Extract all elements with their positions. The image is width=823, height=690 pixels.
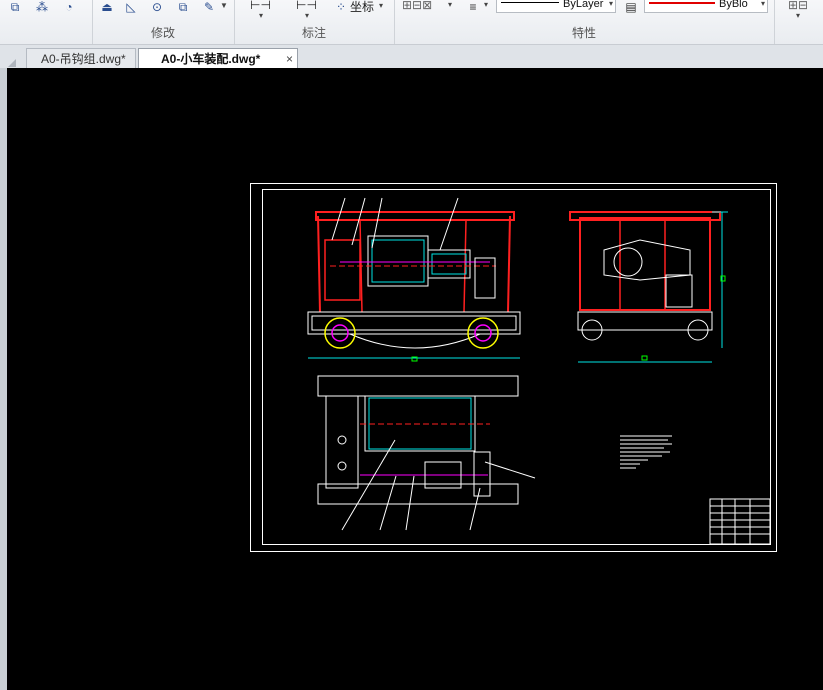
side-gearbox bbox=[603, 239, 691, 281]
rotate-icon[interactable]: ⊙ bbox=[148, 0, 166, 14]
front-belly bbox=[349, 333, 481, 349]
top-view bbox=[317, 375, 536, 531]
group-dropdown-icon[interactable]: ▾ bbox=[796, 11, 800, 20]
front-wheel-left-hub bbox=[331, 324, 349, 342]
style-dropdown-icon[interactable]: ▾ bbox=[448, 0, 452, 9]
top-leader-4 bbox=[469, 487, 481, 531]
scale-icon[interactable]: ◺ bbox=[122, 0, 140, 14]
tab-file-2-label: A0-小车装配.dwg* bbox=[161, 52, 261, 66]
coordinate-icon: ⁘ bbox=[335, 0, 347, 14]
front-right-post bbox=[507, 215, 511, 313]
ribbon: ⧉ ⁂ ◔ ⏏ ◺ ⊙ ⧉ ✎ ▼ 修改 ⊢⊣ ▾ ⊢⊣ ▾ ⁘ 坐标 ▾ 标注… bbox=[0, 0, 823, 45]
lineweight-icon[interactable]: ≡ bbox=[464, 0, 482, 14]
copy-icon[interactable]: ⧉ bbox=[6, 0, 24, 14]
color-dropdown-icon[interactable]: ▾ bbox=[761, 0, 765, 8]
front-base-frame bbox=[307, 311, 521, 335]
top-rail-upper bbox=[317, 375, 519, 397]
linetype-sample bbox=[501, 2, 559, 3]
color-combo[interactable]: ByBlo ▾ bbox=[644, 0, 768, 13]
close-icon[interactable]: × bbox=[286, 49, 293, 69]
trim-icon[interactable]: ◔ bbox=[60, 0, 78, 14]
panel-title-annotate: 标注 bbox=[301, 26, 326, 40]
color-value: ByBlo bbox=[719, 0, 748, 10]
ribbon-panel-annotate: ⊢⊣ ▾ ⊢⊣ ▾ ⁘ 坐标 ▾ 标注 bbox=[234, 0, 395, 44]
side-dim-marker-2 bbox=[641, 355, 648, 361]
front-left-post bbox=[317, 215, 321, 313]
top-rail-lower bbox=[317, 483, 519, 505]
front-drum-inner bbox=[371, 239, 425, 283]
front-wheel-right-hub bbox=[474, 324, 492, 342]
sheet-outer-frame bbox=[250, 183, 777, 552]
cad-drawing bbox=[250, 183, 777, 552]
ribbon-panel-left: ⧉ ⁂ ◔ bbox=[0, 0, 93, 44]
top-gear-hole-1 bbox=[337, 435, 347, 445]
front-drum bbox=[367, 235, 429, 287]
top-brake bbox=[473, 451, 491, 497]
top-leader-1 bbox=[341, 439, 396, 531]
drawing-canvas[interactable] bbox=[7, 68, 823, 690]
side-drum-circle bbox=[613, 247, 643, 277]
mirror-icon[interactable]: ⧉ bbox=[174, 0, 192, 14]
lineweight-dropdown-icon[interactable]: ▾ bbox=[484, 0, 488, 9]
coordinate-dropdown-icon[interactable]: ▾ bbox=[379, 1, 383, 10]
ribbon-panel-right: ⊞⊟ ▾ bbox=[774, 0, 823, 44]
title-block bbox=[709, 498, 771, 545]
top-leader-right bbox=[484, 461, 536, 479]
document-tab-bar: A0-吊钩组.dwg* A0-小车装配.dwg* × bbox=[0, 45, 823, 69]
front-top-beam bbox=[315, 211, 515, 221]
tab-file-1[interactable]: A0-吊钩组.dwg* bbox=[26, 48, 136, 68]
edit-icon[interactable]: ✎ bbox=[200, 0, 218, 14]
canvas-left-strip bbox=[0, 68, 7, 690]
front-wheel-left bbox=[324, 317, 356, 349]
panel-title-modify: 修改 bbox=[150, 26, 175, 40]
panel-title-properties: 特性 bbox=[571, 26, 596, 40]
dimension-dropdown-icon[interactable]: ▾ bbox=[259, 11, 263, 20]
front-motor-inner bbox=[431, 253, 467, 275]
top-gearbox bbox=[325, 395, 359, 489]
color-sample bbox=[649, 2, 715, 4]
front-brake bbox=[474, 257, 496, 299]
coordinate-button[interactable]: 坐标 bbox=[350, 0, 374, 15]
front-leader-4 bbox=[439, 197, 459, 251]
tab-file-1-label: A0-吊钩组.dwg* bbox=[41, 52, 126, 66]
side-motor bbox=[665, 274, 693, 308]
front-view bbox=[307, 197, 521, 362]
front-wheel-right bbox=[467, 317, 499, 349]
ribbon-panel-modify: ⏏ ◺ ⊙ ⧉ ✎ ▼ 修改 bbox=[92, 0, 235, 44]
linetype-combo[interactable]: ByLayer ▾ bbox=[496, 0, 616, 13]
leader-dropdown-icon[interactable]: ▾ bbox=[305, 11, 309, 20]
stretch-icon[interactable]: ⏏ bbox=[98, 0, 116, 14]
ribbon-panel-properties: ⊞⊟⊠ ▾ ≡ ▾ ByLayer ▾ ▤ ByBlo ▾ 特性 bbox=[394, 0, 775, 44]
match-properties-button[interactable]: ⊞⊟⊠ bbox=[402, 0, 432, 12]
top-gear-hole-2 bbox=[337, 461, 347, 471]
linetype-value: ByLayer bbox=[563, 0, 604, 10]
modify-dropdown-icon[interactable]: ▼ bbox=[220, 1, 228, 10]
technical-notes bbox=[620, 435, 672, 469]
array-icon[interactable]: ⁂ bbox=[33, 0, 51, 14]
front-motor-housing bbox=[324, 239, 361, 301]
table-icon[interactable]: ▤ bbox=[622, 0, 640, 14]
sheet-inner-frame bbox=[262, 189, 771, 545]
tab-file-2[interactable]: A0-小车装配.dwg* × bbox=[138, 48, 298, 68]
tab-corner-decor bbox=[8, 59, 16, 67]
front-leader-2 bbox=[351, 197, 366, 246]
side-base bbox=[577, 311, 713, 331]
linetype-dropdown-icon[interactable]: ▾ bbox=[609, 0, 613, 8]
side-view bbox=[569, 211, 728, 363]
